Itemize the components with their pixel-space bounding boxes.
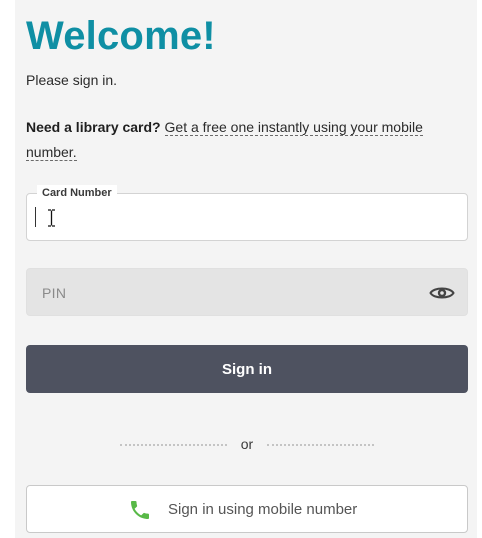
- card-number-input[interactable]: [35, 204, 459, 234]
- eye-icon[interactable]: [429, 284, 455, 302]
- sign-in-mobile-button[interactable]: Sign in using mobile number: [26, 485, 468, 533]
- text-cursor-icon: [48, 209, 55, 227]
- text-caret: [35, 207, 36, 227]
- or-divider: or: [120, 435, 374, 453]
- page-title: Welcome!: [26, 14, 216, 58]
- pin-placeholder: PIN: [42, 285, 67, 301]
- divider-line-left: [120, 444, 227, 446]
- sign-in-mobile-label: Sign in using mobile number: [168, 501, 358, 518]
- divider-or-text: or: [240, 436, 254, 452]
- library-card-prompt: Need a library card? Get a free one inst…: [26, 115, 446, 165]
- phone-icon: [131, 501, 149, 519]
- library-card-question: Need a library card?: [26, 119, 161, 135]
- card-number-label: Card Number: [37, 185, 117, 201]
- card-number-field[interactable]: Card Number: [26, 185, 468, 241]
- divider-line-right: [267, 444, 374, 446]
- pin-field[interactable]: PIN: [26, 268, 468, 316]
- sign-in-button[interactable]: Sign in: [26, 345, 468, 393]
- page-subtitle: Please sign in.: [26, 72, 118, 88]
